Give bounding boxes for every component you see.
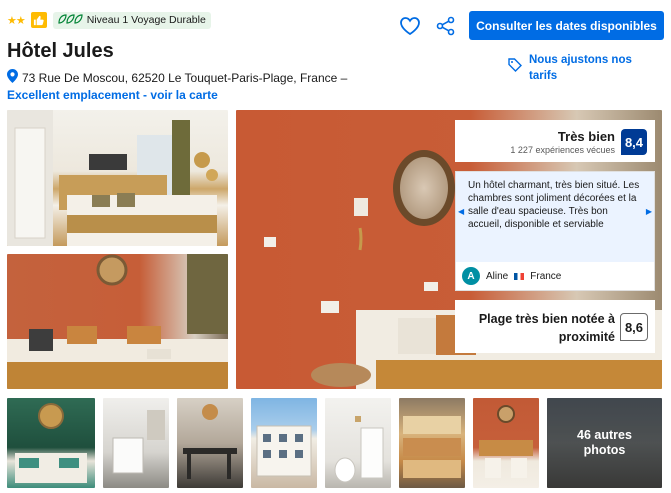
sustainability-label: Niveau 1 Voyage Durable <box>86 14 206 26</box>
rating-score-badge: 8,4 <box>621 129 647 155</box>
address-text: 73 Rue De Moscou, 62520 Le Touquet-Paris… <box>22 70 348 85</box>
thumbnail-photo[interactable] <box>473 398 539 488</box>
address-row: 73 Rue De Moscou, 62520 Le Touquet-Paris… <box>7 69 347 86</box>
heart-icon[interactable] <box>398 14 422 38</box>
thumbnail-photo[interactable] <box>7 398 95 488</box>
rating-card[interactable]: Très bien 1 227 expériences vécues 8,4 <box>455 120 655 162</box>
location-score-label: Plage très bien notée à proximité <box>478 312 615 344</box>
share-icon[interactable] <box>434 14 458 38</box>
star-rating: ★★ <box>7 14 26 27</box>
thumbs-up-icon <box>30 12 47 28</box>
thumbnail-photo[interactable] <box>103 398 169 488</box>
review-text: Un hôtel charmant, très bien situé. Les … <box>456 172 654 262</box>
top-row: ★★ Niveau 1 Voyage Durable <box>7 10 211 30</box>
more-photos-label: 46 autres photos <box>577 428 632 457</box>
review-author-country: France <box>530 270 562 282</box>
price-match-link[interactable]: Nous ajustons nos tarifs <box>508 52 654 84</box>
avatar: A <box>462 267 480 285</box>
more-photos-tile[interactable]: 46 autres photos <box>547 398 662 488</box>
location-pin-icon <box>7 69 18 86</box>
review-author: A Aline France <box>462 267 561 285</box>
sustainability-badge[interactable]: Niveau 1 Voyage Durable <box>52 11 211 29</box>
hotel-photo-bedroom-1[interactable] <box>7 110 228 246</box>
location-map-link[interactable]: Excellent emplacement - voir la carte <box>7 88 218 102</box>
chevron-left-icon[interactable]: ◀ <box>458 207 464 216</box>
thumbnail-photo[interactable] <box>399 398 465 488</box>
review-author-name: Aline <box>486 270 509 282</box>
hotel-photo-bedroom-2[interactable] <box>7 254 228 389</box>
price-tag-icon <box>508 58 522 77</box>
thumbnail-photo[interactable] <box>325 398 391 488</box>
rating-label: Très bien <box>557 129 615 144</box>
location-score-badge: 8,6 <box>620 313 648 341</box>
leaf-icon <box>58 14 84 26</box>
review-card[interactable]: Un hôtel charmant, très bien situé. Les … <box>455 171 655 291</box>
chevron-right-icon[interactable]: ▶ <box>646 207 652 216</box>
thumbnail-photo[interactable] <box>177 398 243 488</box>
rating-experiences: 1 227 expériences vécues <box>510 145 615 155</box>
thumbnail-photo[interactable] <box>251 398 317 488</box>
location-score-card[interactable]: Plage très bien notée à proximité 8,6 <box>455 300 655 353</box>
price-match-label: Nous ajustons nos tarifs <box>529 54 632 82</box>
hotel-name: Hôtel Jules <box>7 40 114 62</box>
check-availability-button[interactable]: Consulter les dates disponibles <box>469 11 664 40</box>
france-flag-icon <box>514 272 525 280</box>
